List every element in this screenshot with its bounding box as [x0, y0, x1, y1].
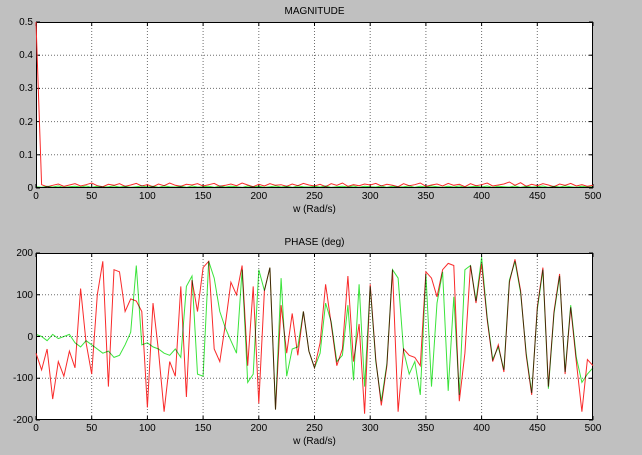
y-tick-label: 0.3 [19, 83, 33, 95]
x-tick-label: 300 [361, 423, 379, 434]
x-tick-label: 250 [306, 423, 323, 434]
x-tick-label: 200 [250, 191, 268, 202]
x-tick-label: 400 [473, 191, 490, 202]
phase-title: PHASE (deg) [284, 237, 345, 248]
y-tick-label: -200 [12, 415, 33, 426]
phase-plot-area [35, 252, 594, 421]
x-tick-label: 450 [528, 423, 546, 434]
x-tick-label: 0 [33, 423, 39, 434]
phase-xlabel: w (Rad/s) [293, 436, 336, 447]
y-tick-label: 0.5 [19, 17, 33, 28]
x-tick-label: 50 [86, 191, 98, 202]
x-tick-label: 100 [139, 191, 156, 202]
x-tick-label: 500 [584, 423, 602, 434]
x-tick-label: 0 [33, 191, 39, 202]
figure-window: MAGNITUDE 0 50 100 150 200 250 300 350 400 450 500… [0, 0, 642, 455]
x-tick-label: 100 [139, 423, 156, 434]
y-tick-label: 0 [27, 331, 33, 343]
x-tick-label: 150 [194, 191, 212, 202]
y-tick-label: 0 [27, 183, 33, 194]
magnitude-plot-area [35, 21, 594, 189]
magnitude-xlabel: w (Rad/s) [293, 204, 336, 215]
x-tick-label: 250 [306, 191, 323, 202]
x-tick-label: 400 [473, 423, 490, 434]
y-tick-label: 0.2 [19, 116, 33, 128]
x-tick-label: 500 [584, 191, 602, 202]
y-tick-label: 0.1 [19, 149, 33, 161]
x-tick-label: 350 [417, 423, 435, 434]
y-tick-label: 200 [16, 248, 33, 259]
magnitude-title: MAGNITUDE [284, 6, 345, 17]
x-tick-label: 50 [86, 423, 98, 434]
y-tick-label: 0.4 [19, 50, 33, 62]
y-tick-label: 100 [16, 289, 33, 301]
x-tick-label: 350 [417, 191, 435, 202]
x-tick-label: 200 [250, 423, 268, 434]
x-tick-label: 150 [194, 423, 212, 434]
x-tick-label: 300 [361, 191, 379, 202]
x-tick-label: 450 [528, 191, 546, 202]
y-tick-label: -100 [12, 373, 33, 385]
